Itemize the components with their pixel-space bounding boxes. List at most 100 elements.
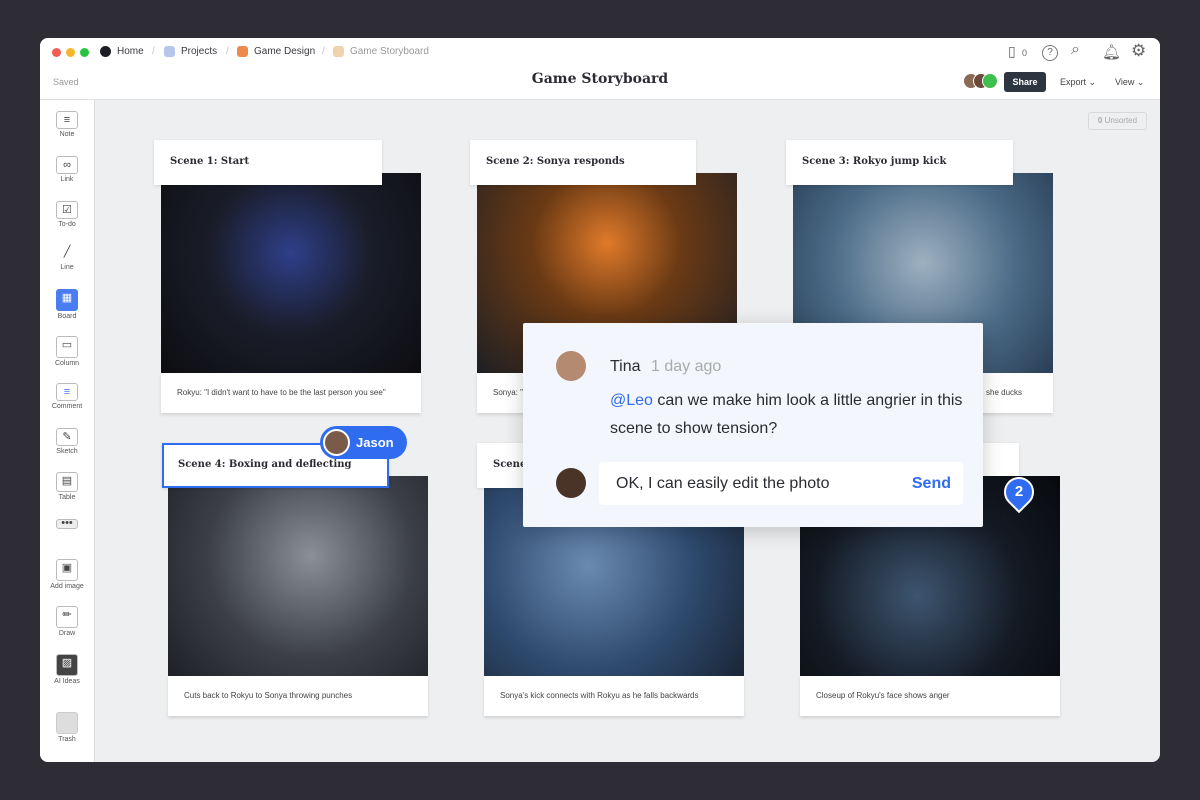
tool-label: Board: [58, 313, 77, 320]
tool-label: AI Ideas: [54, 678, 80, 685]
help-icon[interactable]: ?: [1042, 45, 1058, 61]
unsorted-button[interactable]: 0 Unsorted: [1088, 112, 1147, 130]
ai-icon: ▨: [56, 654, 78, 676]
mention-link[interactable]: @Leo: [610, 392, 653, 409]
tool-label: Add image: [50, 583, 83, 590]
breadcrumb-game-storyboard[interactable]: Game Storyboard: [333, 46, 429, 57]
user-cursor-jason: Jason: [320, 426, 407, 459]
comment-icon: ≡: [56, 383, 78, 401]
tool-label: Sketch: [56, 448, 77, 455]
tool-label: Link: [61, 176, 74, 183]
search-icon[interactable]: ⌕: [1071, 41, 1080, 59]
tool-label: Comment: [52, 403, 82, 410]
avatar-current-user: [556, 468, 586, 498]
cursor-user-name: Jason: [356, 435, 394, 450]
tool-label: Note: [60, 131, 75, 138]
tool-draw[interactable]: ✏ Draw: [40, 606, 94, 637]
share-button[interactable]: Share: [1004, 72, 1046, 92]
export-menu[interactable]: Export ⌄: [1060, 77, 1096, 88]
breadcrumb-label: Projects: [181, 46, 217, 57]
breadcrumb-label: Home: [117, 46, 144, 57]
scene-title[interactable]: Scene 1: Start: [154, 140, 382, 185]
tool-sketch[interactable]: ✎ Sketch: [40, 428, 94, 455]
tool-line[interactable]: ╱ Line: [40, 244, 94, 271]
close-window-button[interactable]: [52, 48, 61, 57]
more-tools-button[interactable]: •••: [40, 519, 94, 531]
home-logo-icon: [100, 46, 111, 57]
table-icon: ▤: [56, 472, 78, 492]
tool-label: Trash: [58, 736, 76, 743]
scene-caption[interactable]: Rokyu: "I didn't want to have to be the …: [161, 373, 421, 413]
comment-pin-count: 2: [1004, 483, 1034, 500]
breadcrumb-game-design[interactable]: Game Design: [237, 46, 315, 57]
avatar: [323, 429, 350, 456]
board-icon: ▦: [56, 289, 78, 311]
gear-icon[interactable]: ⚙: [1131, 41, 1146, 61]
export-label: Export: [1060, 77, 1086, 87]
unsorted-label: Unsorted: [1105, 116, 1137, 125]
comment-time: 1 day ago: [651, 358, 721, 375]
tool-add-image[interactable]: ▣ Add image: [40, 559, 94, 590]
scene-caption[interactable]: Closeup of Rokyu's face shows anger: [800, 676, 1060, 716]
tool-note[interactable]: ≡ Note: [40, 111, 94, 138]
tool-comment[interactable]: ≡ Comment: [40, 383, 94, 410]
tool-ai-ideas[interactable]: ▨ AI Ideas: [40, 654, 94, 685]
unsorted-count: 0: [1098, 116, 1102, 125]
board-icon: [333, 46, 344, 57]
breadcrumb-label: Game Storyboard: [350, 46, 429, 57]
toolbar: ≡Note ∞Link ☑To-do ╱Line ▦Board ▭Column …: [40, 100, 95, 762]
folder-icon: [164, 46, 175, 57]
maximize-window-button[interactable]: [80, 48, 89, 57]
checklist-icon: ☑: [56, 201, 78, 219]
link-icon: ∞: [56, 156, 78, 174]
comment-header: Tina 1 day ago: [610, 358, 721, 376]
tool-table[interactable]: ▤ Table: [40, 472, 94, 501]
tool-label: Column: [55, 360, 79, 367]
scene-title[interactable]: Scene 2: Sonya responds: [470, 140, 696, 185]
chevron-down-icon: ⌄: [1137, 77, 1145, 87]
tool-label: To-do: [58, 221, 76, 228]
tool-column[interactable]: ▭ Column: [40, 336, 94, 367]
board-icon: [237, 46, 248, 57]
reply-text: OK, I can easily edit the photo: [616, 475, 829, 493]
scene-image[interactable]: [168, 476, 428, 676]
trash[interactable]: Trash: [40, 712, 94, 743]
reply-input[interactable]: OK, I can easily edit the photo Send: [599, 462, 963, 505]
column-icon: ▭: [56, 336, 78, 358]
tool-todo[interactable]: ☑ To-do: [40, 201, 94, 228]
view-menu[interactable]: View ⌄: [1115, 77, 1144, 88]
tool-board[interactable]: ▦ Board: [40, 289, 94, 320]
view-label: View: [1115, 77, 1134, 87]
scene-caption[interactable]: Sonya's kick connects with Rokyu as he f…: [484, 676, 744, 716]
comment-body: @Leo can we make him look a little angri…: [610, 387, 970, 443]
tool-label: Table: [59, 494, 76, 501]
send-button[interactable]: Send: [912, 475, 951, 493]
collaborator-avatar[interactable]: [982, 73, 998, 89]
scene-image[interactable]: [161, 173, 421, 373]
chevron-down-icon: ⌄: [1089, 77, 1097, 87]
comment-text: can we make him look a little angrier in…: [610, 392, 962, 437]
trash-icon: [56, 712, 78, 734]
scene-caption[interactable]: Cuts back to Rokyu to Sonya throwing pun…: [168, 676, 428, 716]
device-count: 0: [1022, 48, 1027, 58]
note-icon: ≡: [56, 111, 78, 129]
pencil-icon: ✏: [56, 606, 78, 628]
more-icon: •••: [56, 519, 78, 529]
comment-author: Tina: [610, 358, 641, 375]
breadcrumb-label: Game Design: [254, 46, 315, 57]
bell-icon[interactable]: 🔔︎: [1102, 43, 1121, 61]
scene-title[interactable]: Scene 3: Rokyo jump kick: [786, 140, 1013, 185]
sketch-icon: ✎: [56, 428, 78, 446]
breadcrumb-projects[interactable]: Projects: [164, 46, 217, 57]
header: Home / Projects / Game Design / Game Sto…: [40, 38, 1160, 100]
tool-label: Line: [60, 264, 73, 271]
minimize-window-button[interactable]: [66, 48, 75, 57]
avatar-tina: [556, 351, 586, 381]
image-icon: ▣: [56, 559, 78, 581]
tool-label: Draw: [59, 630, 75, 637]
comment-thread: Tina 1 day ago @Leo can we make him look…: [523, 323, 983, 527]
mobile-device-icon[interactable]: ▯: [1008, 43, 1016, 60]
breadcrumb-home[interactable]: Home: [100, 46, 144, 57]
tool-link[interactable]: ∞ Link: [40, 156, 94, 183]
line-icon: ╱: [56, 244, 78, 262]
